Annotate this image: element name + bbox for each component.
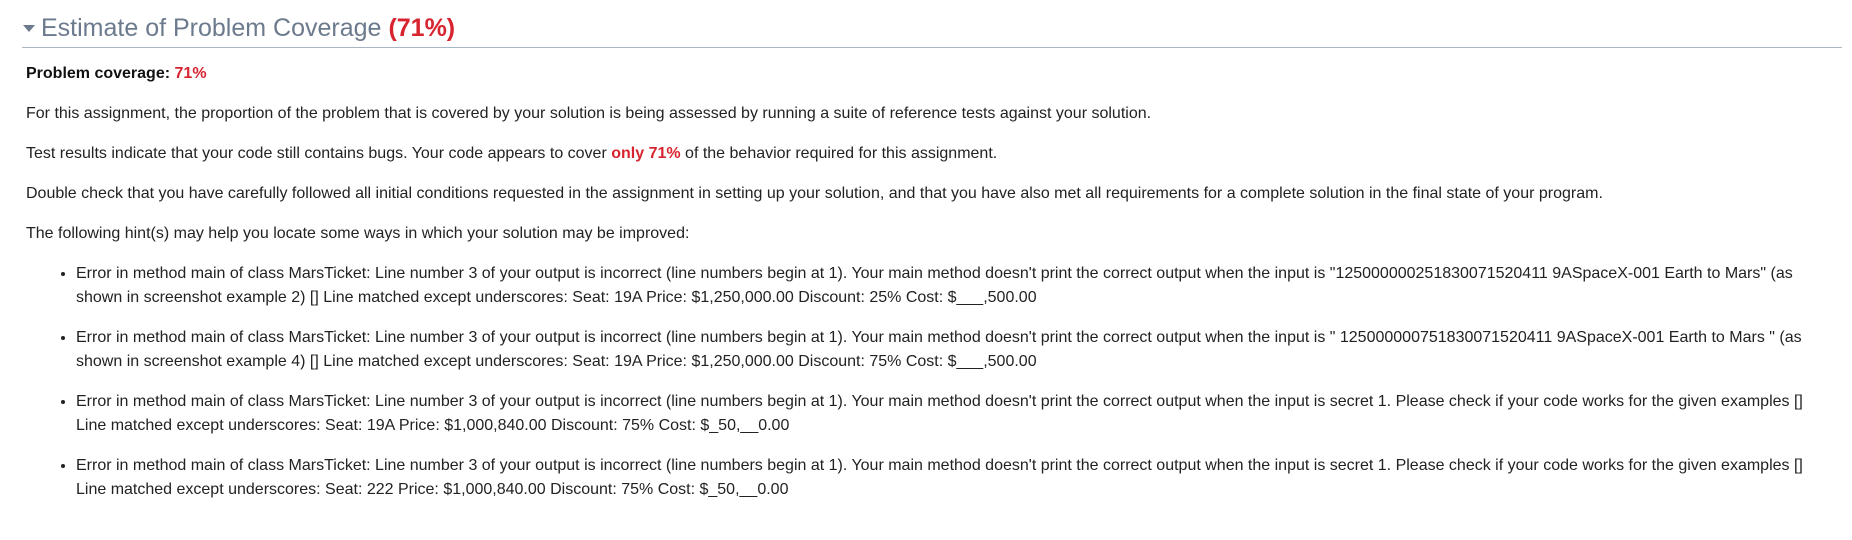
- coverage-value: 71%: [174, 65, 207, 82]
- hints-list: Error in method main of class MarsTicket…: [26, 262, 1836, 502]
- section-percent: (71%): [388, 13, 456, 42]
- results-text-post: of the behavior required for this assign…: [680, 145, 998, 162]
- coverage-content: Problem coverage: 71% For this assignmen…: [26, 62, 1836, 518]
- hint-item: Error in method main of class MarsTicket…: [76, 454, 1836, 502]
- intro-paragraph: For this assignment, the proportion of t…: [26, 105, 1152, 122]
- coverage-label: Problem coverage:: [26, 65, 171, 82]
- results-paragraph: Test results indicate that your code sti…: [26, 142, 1836, 166]
- caret-down-icon[interactable]: [23, 25, 35, 32]
- double-check-paragraph: Double check that you have carefully fol…: [26, 185, 1603, 202]
- results-highlight: only 71%: [611, 145, 681, 162]
- section-title: Estimate of Problem Coverage: [41, 13, 382, 42]
- coverage-summary: Problem coverage: 71%: [26, 62, 1836, 86]
- hint-item: Error in method main of class MarsTicket…: [76, 326, 1836, 374]
- hints-intro: The following hint(s) may help you locat…: [26, 225, 690, 242]
- coverage-panel: Estimate of Problem Coverage (71%) Probl…: [0, 0, 1852, 540]
- coverage-section-toggle[interactable]: Estimate of Problem Coverage (71%): [22, 8, 1842, 48]
- results-text-pre: Test results indicate that your code sti…: [26, 145, 612, 162]
- hint-item: Error in method main of class MarsTicket…: [76, 390, 1836, 438]
- hint-item: Error in method main of class MarsTicket…: [76, 262, 1836, 310]
